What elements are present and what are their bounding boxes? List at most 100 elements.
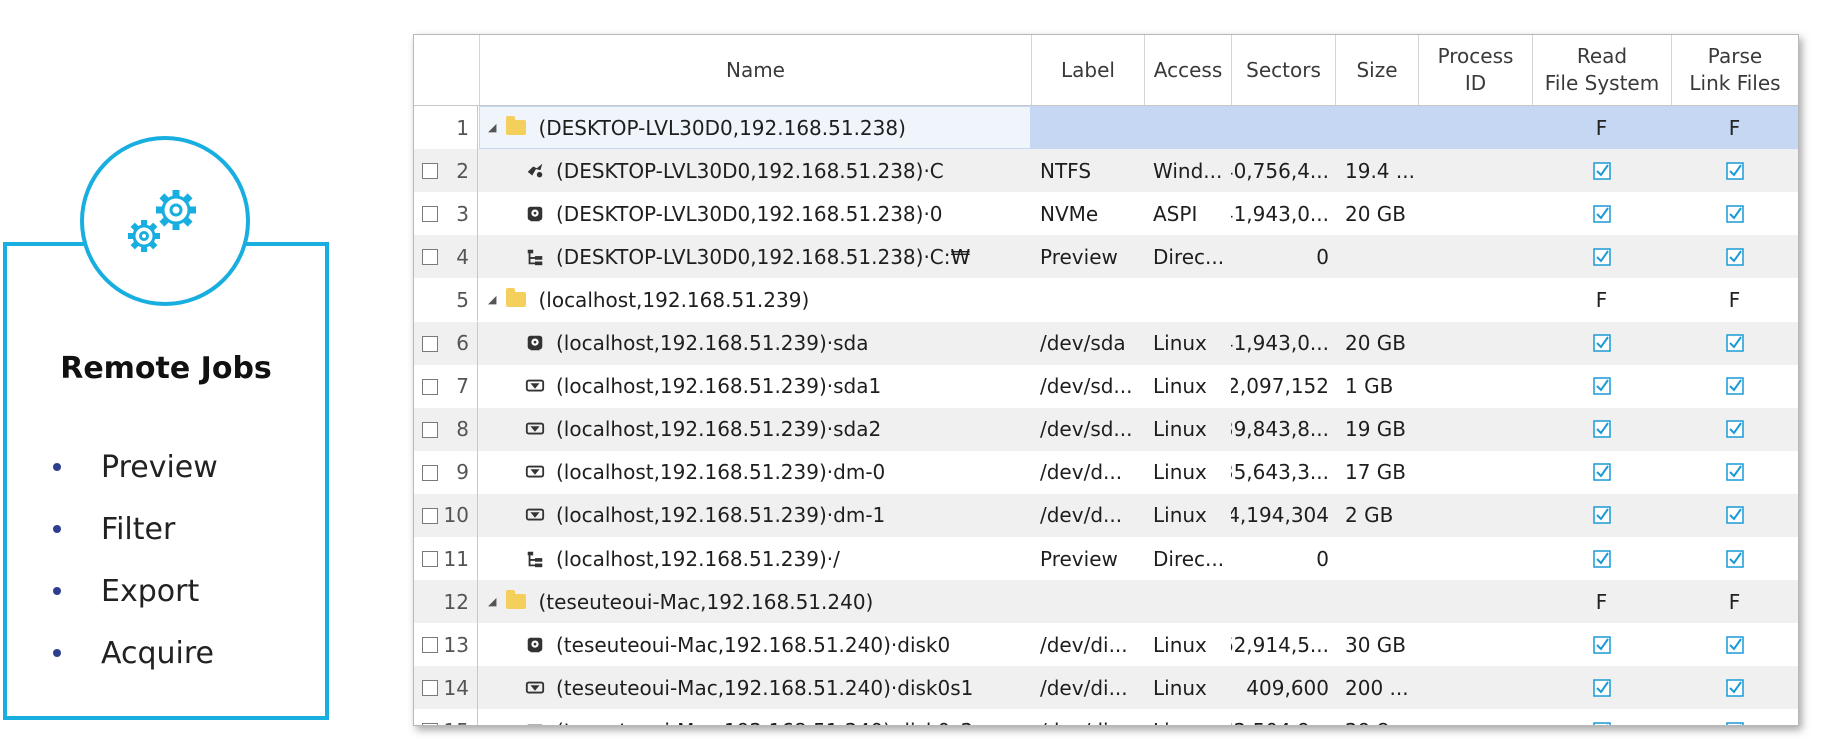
read-file-system-checkbox[interactable] bbox=[1532, 666, 1671, 709]
row-checkbox[interactable] bbox=[422, 507, 438, 524]
parse-link-files-checkbox[interactable] bbox=[1671, 365, 1798, 408]
item-name: (localhost,192.168.51.239)·sda2 bbox=[556, 417, 882, 442]
table-row[interactable]: 15 (teseuteoui-Mac,192.168.51.240)·disk0s… bbox=[414, 709, 1798, 725]
name-cell[interactable]: ◢ (teseuteoui-Mac,192.168.51.240) bbox=[488, 580, 1028, 623]
parse-link-files-checkbox[interactable] bbox=[1671, 709, 1798, 725]
sectors-cell: 41,943,0... bbox=[1231, 201, 1329, 226]
table-row[interactable]: 2 (DESKTOP-LVL30D0,192.168.51.238)·C NTFS W… bbox=[414, 149, 1798, 193]
label-cell: /dev/d... bbox=[1040, 503, 1123, 528]
read-file-system-checkbox[interactable] bbox=[1532, 408, 1671, 451]
parse-link-files-checkbox[interactable] bbox=[1671, 235, 1798, 278]
row-checkbox[interactable] bbox=[422, 680, 438, 697]
name-cell[interactable]: (DESKTOP-LVL30D0,192.168.51.238)·C:₩ bbox=[524, 235, 1029, 278]
collapse-arrow-icon[interactable]: ◢ bbox=[488, 595, 496, 608]
header-rownum[interactable] bbox=[414, 35, 479, 105]
process-id-cell bbox=[1418, 537, 1532, 580]
process-id-cell bbox=[1418, 709, 1532, 725]
collapse-arrow-icon[interactable]: ◢ bbox=[488, 293, 496, 306]
read-file-system-checkbox[interactable] bbox=[1532, 192, 1671, 235]
process-id-cell bbox=[1418, 106, 1532, 149]
table-row[interactable]: 9 (localhost,192.168.51.239)·dm-0/dev/d..… bbox=[414, 450, 1798, 494]
row-number: 11 bbox=[443, 546, 469, 571]
parse-link-files-flag: F bbox=[1728, 115, 1741, 140]
process-id-cell bbox=[1418, 408, 1532, 451]
parse-link-files-checkbox[interactable] bbox=[1671, 666, 1798, 709]
name-cell[interactable]: (localhost,192.168.51.239)·sda1 bbox=[524, 365, 1029, 408]
parse-link-files-checkbox[interactable] bbox=[1671, 408, 1798, 451]
name-cell[interactable]: (localhost,192.168.51.239)·dm-1 bbox=[524, 494, 1029, 537]
size-cell: 19.4 ... bbox=[1345, 158, 1415, 183]
process-id-cell bbox=[1418, 580, 1532, 623]
name-cell[interactable]: (teseuteoui-Mac,192.168.51.240)·disk0s2 bbox=[524, 709, 1029, 725]
table-row[interactable]: 7 (localhost,192.168.51.239)·sda1/dev/sd.… bbox=[414, 364, 1798, 408]
header-sectors[interactable]: Sectors bbox=[1231, 35, 1335, 105]
partition-icon bbox=[524, 720, 546, 725]
name-cell[interactable]: ◢ (localhost,192.168.51.239) bbox=[488, 278, 1028, 321]
name-cell[interactable]: ◢ (DESKTOP-LVL30D0,192.168.51.238) bbox=[488, 106, 1028, 149]
header-read-file-system[interactable]: Read File System bbox=[1532, 35, 1671, 105]
row-checkbox[interactable] bbox=[422, 421, 438, 438]
process-id-cell bbox=[1418, 666, 1532, 709]
read-file-system-checkbox[interactable] bbox=[1532, 709, 1671, 725]
label-cell: /dev/di... bbox=[1040, 632, 1128, 657]
row-checkbox[interactable] bbox=[422, 723, 438, 725]
table-row[interactable]: 14 (teseuteoui-Mac,192.168.51.240)·disk0s… bbox=[414, 666, 1798, 710]
table-row[interactable]: 11 (localhost,192.168.51.239)·/ Preview Dir… bbox=[414, 537, 1798, 580]
read-file-system-checkbox[interactable] bbox=[1532, 365, 1671, 408]
row-checkbox[interactable] bbox=[422, 378, 438, 395]
header-size[interactable]: Size bbox=[1335, 35, 1418, 105]
name-cell[interactable]: (teseuteoui-Mac,192.168.51.240)·disk0 bbox=[524, 623, 1029, 666]
read-file-system-checkbox[interactable] bbox=[1532, 623, 1671, 666]
parse-link-files-checkbox[interactable] bbox=[1671, 494, 1798, 537]
table-row-group[interactable]: 1 ◢ (DESKTOP-LVL30D0,192.168.51.238) F F bbox=[414, 106, 1798, 149]
read-file-system-checkbox[interactable] bbox=[1532, 322, 1671, 365]
read-file-system-checkbox[interactable] bbox=[1532, 235, 1671, 278]
table-row[interactable]: 13 (teseuteoui-Mac,192.168.51.240)·disk0 /… bbox=[414, 623, 1798, 667]
parse-link-files-checkbox[interactable] bbox=[1671, 451, 1798, 494]
name-cell[interactable]: (localhost,192.168.51.239)·sda bbox=[524, 322, 1029, 365]
table-row[interactable]: 10 (localhost,192.168.51.239)·dm-1/dev/d.… bbox=[414, 493, 1798, 537]
label-cell: /dev/di... bbox=[1040, 709, 1140, 725]
row-checkbox[interactable] bbox=[422, 163, 438, 180]
parse-link-files-checkbox[interactable] bbox=[1671, 537, 1798, 580]
parse-link-files-checkbox[interactable] bbox=[1671, 192, 1798, 235]
read-file-system-checkbox[interactable] bbox=[1532, 537, 1671, 580]
label-cell bbox=[1040, 580, 1140, 623]
header-label[interactable]: Label bbox=[1031, 35, 1144, 105]
header-access[interactable]: Access bbox=[1144, 35, 1231, 105]
read-file-system-checkbox[interactable] bbox=[1532, 149, 1671, 192]
row-checkbox[interactable] bbox=[422, 335, 438, 352]
parse-link-files-checkbox[interactable] bbox=[1671, 623, 1798, 666]
read-file-system-checkbox[interactable] bbox=[1532, 494, 1671, 537]
name-cell[interactable]: (DESKTOP-LVL30D0,192.168.51.238)·C bbox=[524, 149, 1029, 192]
access-cell: ASPI bbox=[1153, 201, 1198, 226]
item-name: (teseuteoui-Mac,192.168.51.240)·disk0s1 bbox=[556, 675, 974, 700]
name-cell[interactable]: (teseuteoui-Mac,192.168.51.240)·disk0s1 bbox=[524, 666, 1029, 709]
parse-link-files-checkbox[interactable] bbox=[1671, 149, 1798, 192]
row-checkbox[interactable] bbox=[422, 206, 438, 223]
volume-icon bbox=[524, 160, 546, 182]
access-cell: Linux bbox=[1153, 675, 1207, 700]
row-checkbox[interactable] bbox=[422, 464, 438, 481]
name-cell[interactable]: (DESKTOP-LVL30D0,192.168.51.238)·0 bbox=[524, 192, 1029, 235]
row-checkbox[interactable] bbox=[422, 637, 438, 654]
sectors-cell bbox=[1231, 278, 1329, 321]
table-row-group[interactable]: 5 ◢ (localhost,192.168.51.239) F F bbox=[414, 278, 1798, 322]
table-row[interactable]: 8 (localhost,192.168.51.239)·sda2/dev/sd.… bbox=[414, 407, 1798, 451]
read-file-system-checkbox[interactable] bbox=[1532, 451, 1671, 494]
header-process-id[interactable]: Process ID bbox=[1418, 35, 1532, 105]
parse-link-files-checkbox[interactable] bbox=[1671, 322, 1798, 365]
row-checkbox[interactable] bbox=[422, 551, 438, 567]
header-name[interactable]: Name bbox=[479, 35, 1031, 105]
name-cell[interactable]: (localhost,192.168.51.239)·sda2 bbox=[524, 408, 1029, 451]
name-cell[interactable]: (localhost,192.168.51.239)·/ bbox=[524, 537, 1029, 580]
table-row[interactable]: 3 (DESKTOP-LVL30D0,192.168.51.238)·0 NVMe A… bbox=[414, 192, 1798, 236]
table-row[interactable]: 6 (localhost,192.168.51.239)·sda/dev/sda L… bbox=[414, 321, 1798, 365]
name-cell[interactable]: (localhost,192.168.51.239)·dm-0 bbox=[524, 451, 1029, 494]
table-row[interactable]: 4 (DESKTOP-LVL30D0,192.168.51.238)·C:₩ Pre… bbox=[414, 235, 1798, 279]
process-id-cell bbox=[1418, 494, 1532, 537]
header-parse-link-files[interactable]: Parse Link Files bbox=[1671, 35, 1798, 105]
row-checkbox[interactable] bbox=[422, 249, 438, 266]
collapse-arrow-icon[interactable]: ◢ bbox=[488, 121, 496, 134]
table-row-group[interactable]: 12 ◢ (teseuteoui-Mac,192.168.51.240) F F bbox=[414, 580, 1798, 624]
